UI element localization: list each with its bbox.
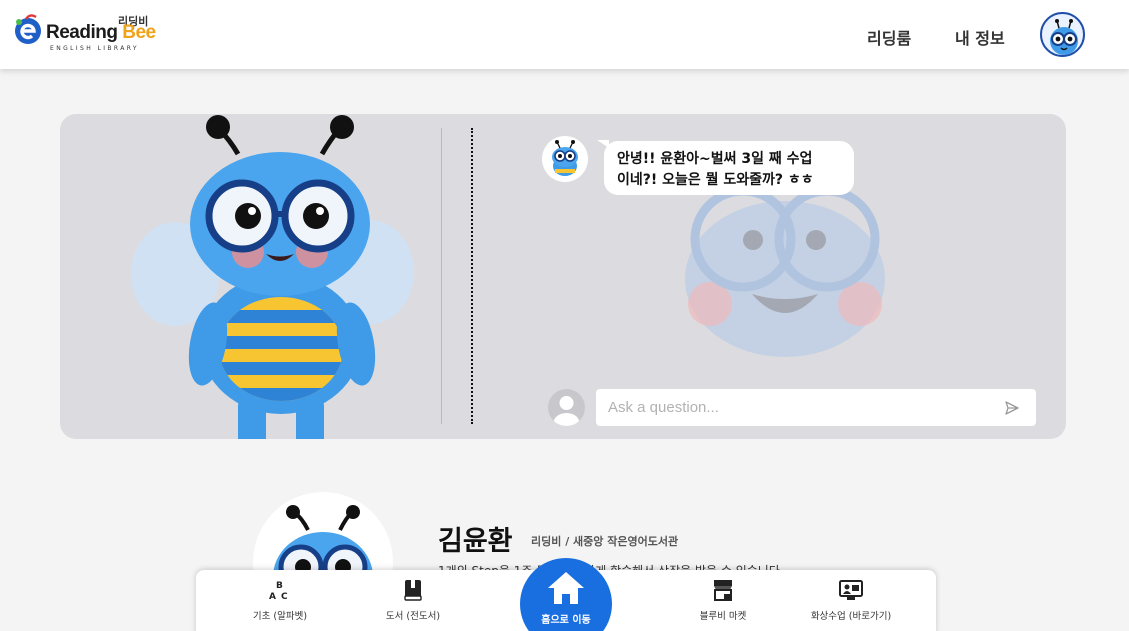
profile-organization: 리딩비 / 새중앙 작은영어도서관 <box>531 535 679 548</box>
logo-subtitle: ENGLISH LIBRARY <box>50 45 139 52</box>
logo-e-icon <box>15 14 41 44</box>
send-icon[interactable] <box>1004 400 1020 416</box>
hero-divider <box>441 128 442 424</box>
readingbee-logo[interactable]: 리딩비 Reading Bee ENGLISH LIBRARY <box>12 12 172 56</box>
svg-text:B: B <box>276 581 283 591</box>
nav-books-label: 도서 (전도서) <box>385 611 441 622</box>
logo-word-bee: Bee <box>122 22 156 43</box>
header-avatar-button[interactable] <box>1040 12 1085 57</box>
nav-reading-room[interactable]: 리딩룸 <box>867 25 911 49</box>
nav-my-info[interactable]: 내 정보 <box>955 25 1005 49</box>
store-icon <box>714 580 732 601</box>
user-avatar <box>548 389 585 426</box>
bee-bot-icon <box>552 140 578 176</box>
question-input-box <box>596 389 1036 426</box>
nav-bluebee-market[interactable]: 블루비 마켓 <box>663 578 783 622</box>
home-label: 홈으로 이동 <box>541 615 591 626</box>
question-input[interactable] <box>608 389 998 426</box>
hero-dotted-divider <box>471 128 473 424</box>
ai-chat-hero: 안녕!! 윤환아~벌써 3일 째 수업 이네?! 오늘은 뭘 도와줄까? ㅎㅎ <box>60 114 1066 439</box>
nav-basic-label: 기초 (알파벳) <box>252 611 308 622</box>
bot-message-bubble: 안녕!! 윤환아~벌써 3일 째 수업 이네?! 오늘은 뭘 도와줄까? ㅎㅎ <box>604 141 854 195</box>
logo-word-reading: Reading <box>46 22 123 43</box>
nav-video-class[interactable]: 화상수업 (바로가기) <box>791 578 911 622</box>
nav-basic-alphabet[interactable]: B A C 기초 (알파벳) <box>220 578 340 622</box>
book-icon <box>404 580 422 601</box>
nav-market-label: 블루비 마켓 <box>699 611 747 622</box>
bot-message-line-1: 안녕!! 윤환아~벌써 3일 째 수업 <box>617 151 813 167</box>
svg-text:C: C <box>281 592 288 602</box>
home-icon <box>548 572 584 604</box>
nav-video-label: 화상수업 (바로가기) <box>810 611 892 622</box>
user-silhouette-icon <box>553 396 580 426</box>
nav-books[interactable]: 도서 (전도서) <box>353 578 473 622</box>
bee-face-watermark <box>685 186 885 357</box>
bee-mascot-illustration <box>131 115 414 439</box>
logo-wordmark: Reading Bee <box>46 22 156 44</box>
top-header: 리딩비 Reading Bee ENGLISH LIBRARY 리딩룸 내 정보 <box>0 0 1129 69</box>
svg-text:A: A <box>269 592 276 602</box>
bee-avatar-icon <box>1050 19 1078 55</box>
bot-avatar <box>542 136 588 182</box>
abc-icon: B A C <box>269 581 288 602</box>
video-class-icon <box>839 580 863 600</box>
profile-name: 김윤환 <box>438 526 513 557</box>
bot-message-line-2: 이네?! 오늘은 뭘 도와줄까? ㅎㅎ <box>617 172 814 188</box>
